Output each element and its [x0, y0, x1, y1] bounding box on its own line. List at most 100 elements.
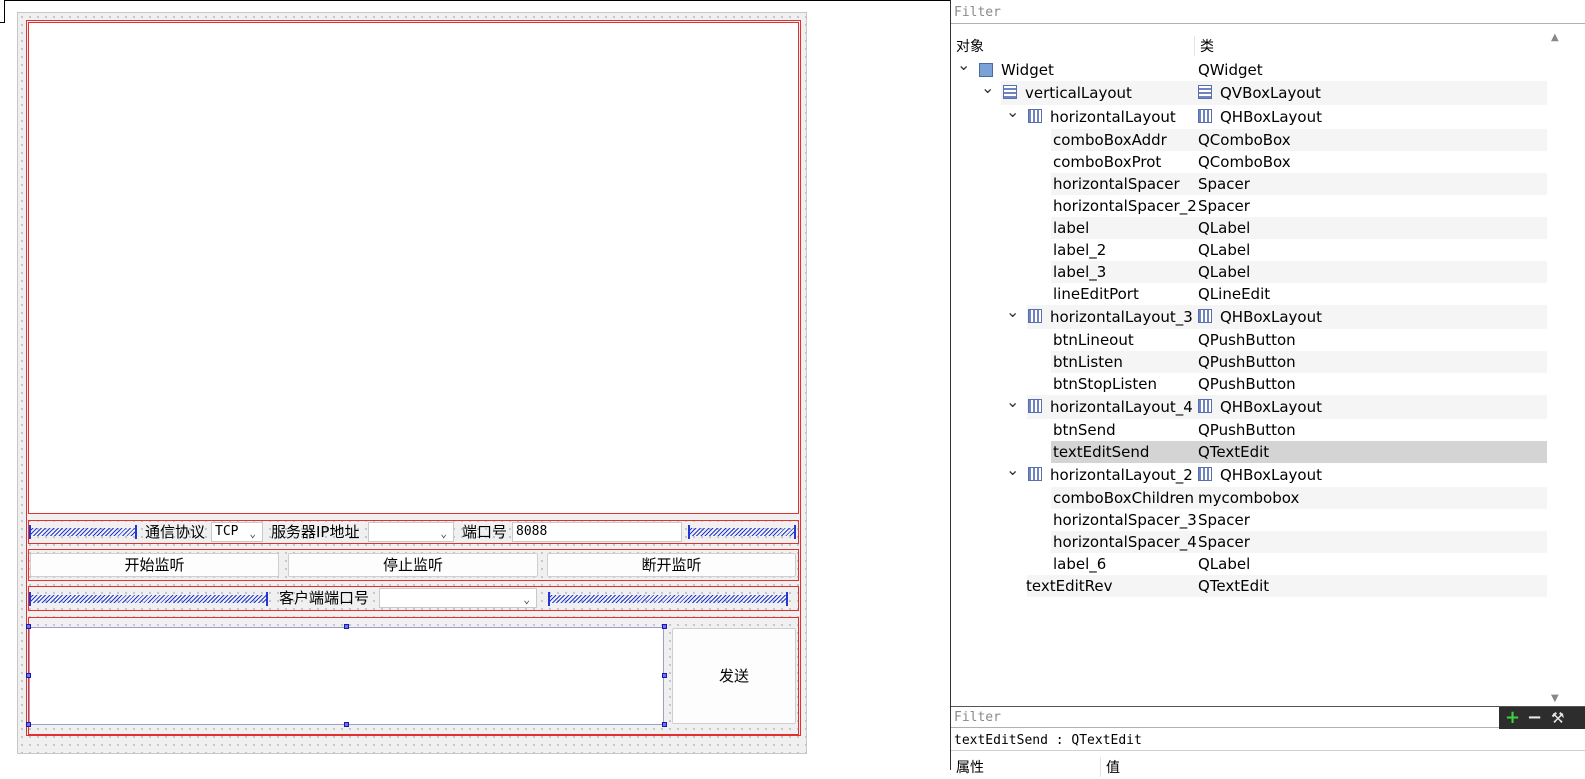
object-filter-input[interactable]: Filter — [951, 2, 1585, 24]
resize-handle[interactable] — [344, 624, 349, 629]
tree-row[interactable]: comboBoxProt QComboBox — [951, 151, 1547, 173]
column-class[interactable]: 类 — [1194, 36, 1214, 56]
stop-listen-button[interactable]: 停止监听 — [288, 553, 538, 577]
property-toolbar: + − ⚒ — [1499, 707, 1585, 729]
canvas-corner — [0, 0, 5, 23]
tree-row[interactable]: textEditSend QTextEdit — [951, 441, 1547, 463]
resize-handle[interactable] — [344, 722, 349, 727]
tree-row[interactable]: horizontalSpacer_2 Spacer — [951, 195, 1547, 217]
tree-row[interactable]: comboBoxChildren mycombobox — [951, 487, 1547, 509]
tree-object-class: Spacer — [1198, 197, 1250, 215]
tree-row[interactable]: btnStopListen QPushButton — [951, 373, 1547, 395]
protocol-combobox[interactable]: TCP ⌄ — [211, 522, 263, 542]
expand-chevron-icon[interactable]: ⌄ — [1006, 100, 1019, 124]
expand-chevron-icon[interactable]: ⌄ — [981, 76, 994, 100]
tree-object-name: btnStopListen — [1053, 375, 1157, 393]
resize-handle[interactable] — [26, 624, 31, 629]
tree-object-name: horizontalSpacer_4 — [1053, 533, 1197, 551]
chevron-down-icon: ⌄ — [249, 527, 256, 540]
tree-object-class: QComboBox — [1198, 153, 1291, 171]
horizontal-spacer — [29, 525, 137, 539]
canvas-top-border — [0, 0, 950, 1]
port-line-edit-value: 8088 — [516, 524, 548, 539]
tree-object-name: horizontalSpacer_3 — [1053, 511, 1197, 529]
tree-object-name: comboBoxAddr — [1053, 131, 1167, 149]
column-value[interactable]: 值 — [1100, 757, 1120, 777]
resize-handle[interactable] — [26, 722, 31, 727]
tree-row[interactable]: btnListen QPushButton — [951, 351, 1547, 373]
column-property[interactable]: 属性 — [956, 757, 984, 777]
tree-row[interactable]: btnSend QPushButton — [951, 419, 1547, 441]
property-filter-input[interactable]: Filter — [951, 706, 1585, 728]
tree-scrollbar[interactable]: ▲ ▼ — [1549, 32, 1563, 704]
tree-row[interactable]: ⌄ horizontalLayout_3 QHBoxLayout — [951, 302, 1547, 329]
tree-object-class: QComboBox — [1198, 131, 1291, 149]
tree-row[interactable]: comboBoxAddr QComboBox — [951, 129, 1547, 151]
tree-object-name: horizontalSpacer_2 — [1053, 197, 1197, 215]
tree-row[interactable]: ⌄ horizontalLayout QHBoxLayout — [951, 102, 1547, 129]
tree-object-name: label_2 — [1053, 241, 1107, 259]
column-object[interactable]: 对象 — [956, 36, 984, 56]
start-listen-button[interactable]: 开始监听 — [30, 553, 279, 577]
port-line-edit[interactable]: 8088 — [512, 522, 682, 542]
scroll-up-icon[interactable]: ▲ — [1551, 32, 1559, 43]
resize-handle[interactable] — [26, 673, 31, 678]
hbox-layout-icon — [1028, 109, 1042, 123]
expand-chevron-icon[interactable]: ⌄ — [957, 54, 970, 76]
chevron-down-icon: ⌄ — [523, 593, 530, 606]
tree-object-class: QHBoxLayout — [1220, 398, 1322, 416]
scroll-down-icon[interactable]: ▼ — [1551, 693, 1559, 704]
tree-object-class: mycombobox — [1198, 489, 1300, 507]
horizontal-spacer-2 — [688, 525, 796, 539]
tree-object-class: Spacer — [1198, 511, 1250, 529]
tree-object-name: horizontalSpacer — [1053, 175, 1180, 193]
resize-handle[interactable] — [662, 722, 667, 727]
expand-chevron-icon[interactable]: ⌄ — [1006, 458, 1019, 482]
tree-row[interactable]: ⌄ horizontalLayout_2 QHBoxLayout — [951, 460, 1547, 487]
expand-chevron-icon[interactable]: ⌄ — [1006, 390, 1019, 414]
server-ip-combobox[interactable]: ⌄ — [368, 522, 454, 542]
wrench-icon[interactable]: ⚒ — [1551, 707, 1564, 729]
expand-chevron-icon[interactable]: ⌄ — [1006, 300, 1019, 324]
tree-row[interactable]: label QLabel — [951, 217, 1547, 239]
tree-row[interactable]: btnLineout QPushButton — [951, 329, 1547, 351]
tree-row[interactable]: label_6 QLabel — [951, 553, 1547, 575]
tree-row[interactable]: horizontalSpacer_4 Spacer — [951, 531, 1547, 553]
send-button[interactable]: 发送 — [672, 628, 796, 724]
widget-icon — [979, 63, 993, 77]
tree-object-name: horizontalLayout_2 — [1050, 466, 1193, 484]
hbox-layout-icon — [1198, 399, 1212, 413]
hbox-layout-icon — [1028, 309, 1042, 323]
tree-object-class: QTextEdit — [1198, 443, 1270, 461]
tree-row[interactable]: ⌄ horizontalLayout_4 QHBoxLayout — [951, 392, 1547, 419]
resize-handle[interactable] — [662, 673, 667, 678]
add-icon[interactable]: + — [1505, 707, 1520, 729]
tree-object-class: QLineEdit — [1198, 285, 1271, 303]
tree-row[interactable]: ⌄ verticalLayout QVBoxLayout — [951, 78, 1547, 105]
server-ip-label: 服务器IP地址 — [271, 523, 360, 541]
tree-row-background — [1051, 351, 1547, 373]
tree-object-class: QWidget — [1198, 61, 1263, 79]
tree-row[interactable]: label_3 QLabel — [951, 261, 1547, 283]
horizontal-spacer-3 — [29, 592, 268, 606]
tree-object-name: horizontalLayout_3 — [1050, 308, 1193, 326]
tree-object-class: QPushButton — [1198, 353, 1296, 371]
disconnect-listen-button[interactable]: 断开监听 — [547, 553, 796, 577]
tree-row[interactable]: textEditRev QTextEdit — [951, 575, 1547, 597]
tree-row[interactable]: label_2 QLabel — [951, 239, 1547, 261]
tree-row[interactable]: lineEditPort QLineEdit — [951, 283, 1547, 305]
receive-text-edit[interactable] — [28, 22, 799, 514]
tree-object-class: QLabel — [1198, 241, 1251, 259]
tree-row[interactable]: horizontalSpacer_3 Spacer — [951, 509, 1547, 531]
client-port-label: 客户端端口号 — [279, 589, 370, 607]
chevron-down-icon: ⌄ — [440, 527, 447, 540]
tree-row[interactable]: horizontalSpacer Spacer — [951, 173, 1547, 195]
client-port-combobox[interactable]: ⌄ — [379, 588, 537, 608]
tree-row[interactable]: ⌄ Widget QWidget — [951, 55, 1547, 81]
tree-object-name: btnListen — [1053, 353, 1123, 371]
remove-icon[interactable]: − — [1527, 707, 1542, 729]
resize-handle[interactable] — [662, 624, 667, 629]
property-object-title: textEditSend : QTextEdit — [951, 731, 1585, 751]
designer-canvas[interactable]: 通信协议 TCP ⌄ 服务器IP地址 ⌄ 端口号 8088 开始监听 停止监听 … — [0, 0, 951, 770]
send-text-edit[interactable] — [29, 627, 664, 725]
